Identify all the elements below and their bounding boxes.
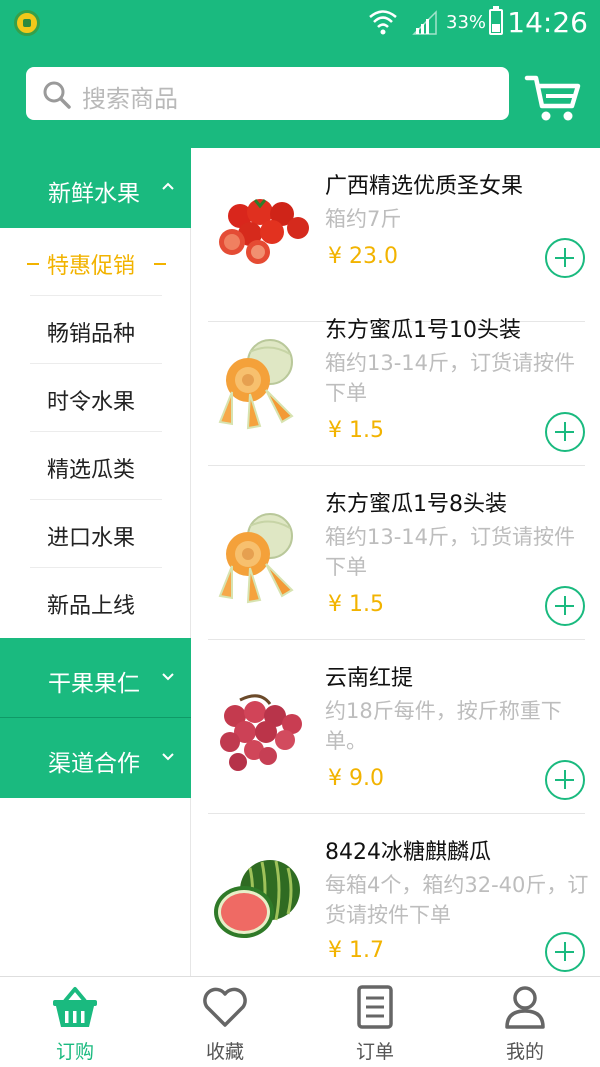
tab-label: 订单 <box>355 1041 394 1063</box>
product-item[interactable]: 东方蜜瓜1号8头装 箱约13-14斤，订货请按件下单 ¥ 1.5 <box>208 466 585 640</box>
subcategory-label: 进口水果 <box>47 526 136 551</box>
category-channel-partners[interactable]: 渠道合作 <box>0 718 191 798</box>
tab-favorites[interactable]: 收藏 <box>150 977 300 1067</box>
active-indicator <box>154 263 166 265</box>
product-name: 东方蜜瓜1号8头装 <box>325 492 507 517</box>
subcategory-label: 特惠促销 <box>47 254 136 279</box>
app-header: 搜索商品 <box>0 46 600 148</box>
document-icon <box>357 985 393 1029</box>
add-to-cart-button[interactable] <box>545 412 585 452</box>
subcategory-melons[interactable]: 精选瓜类 <box>30 432 162 500</box>
product-item[interactable]: 云南红提 约18斤每件，按斤称重下单。 ¥ 9.0 <box>208 640 585 814</box>
user-icon <box>505 986 545 1029</box>
category-dried-fruit[interactable]: 干果果仁 <box>0 638 191 718</box>
clock: 14:26 <box>507 6 588 39</box>
product-description: 约18斤每件，按斤称重下单。 <box>325 699 562 753</box>
product-price: ¥ 1.5 <box>328 418 384 443</box>
add-to-cart-button[interactable] <box>545 238 585 278</box>
product-item[interactable]: 8424冰糖麒麟瓜 每箱4个，箱约32-40斤，订货请按件下单 ¥ 1.7 <box>208 814 588 976</box>
cantaloupe-image <box>218 339 294 430</box>
product-list[interactable]: 广西精选优质圣女果 箱约7斤 ¥ 23.0 东方蜜瓜1号10头装 箱约13-14… <box>192 148 600 976</box>
product-description: 箱约7斤 <box>325 207 402 231</box>
category-fresh-fruit[interactable]: 新鲜水果 <box>0 148 191 228</box>
battery-percent: 33% <box>446 12 487 33</box>
cherry-tomato-image <box>219 199 309 264</box>
category-label: 渠道合作 <box>48 751 140 777</box>
product-name: 云南红提 <box>325 666 414 691</box>
subcategory-imported[interactable]: 进口水果 <box>30 500 162 568</box>
subcategory-label: 时令水果 <box>47 390 136 415</box>
chevron-down-icon <box>162 753 174 761</box>
product-price: ¥ 1.7 <box>328 938 384 963</box>
product-name: 广西精选优质圣女果 <box>325 174 524 199</box>
chevron-down-icon <box>162 673 174 681</box>
product-price: ¥ 23.0 <box>328 244 398 269</box>
add-to-cart-button[interactable] <box>545 760 585 800</box>
chevron-up-icon <box>162 182 174 190</box>
status-bar: 33% 14:26 <box>0 0 600 46</box>
red-grape-image <box>220 694 302 771</box>
product-name: 东方蜜瓜1号10头装 <box>325 318 521 343</box>
product-price: ¥ 9.0 <box>328 766 384 791</box>
category-label: 干果果仁 <box>48 671 140 697</box>
basket-icon <box>53 987 97 1027</box>
cantaloupe-image <box>218 513 294 604</box>
product-price: ¥ 1.5 <box>328 592 384 617</box>
subcategory-label: 精选瓜类 <box>47 458 136 483</box>
add-to-cart-button[interactable] <box>545 932 585 972</box>
wifi-icon <box>369 10 397 35</box>
product-description: 箱约13-14斤，订货请按件下单 <box>325 351 576 405</box>
product-name: 8424冰糖麒麟瓜 <box>325 840 491 865</box>
cart-icon[interactable] <box>524 70 582 126</box>
app-notification-icon <box>14 10 40 36</box>
category-sidebar: 新鲜水果 特惠促销 畅销品种 时令水果 精选瓜类 进口水果 新品上线 干果果仁 … <box>0 148 191 976</box>
watermelon-image <box>214 860 300 938</box>
tab-label: 订购 <box>55 1041 94 1063</box>
search-icon <box>43 81 71 109</box>
signal-icon <box>412 10 437 35</box>
battery-icon <box>489 6 503 35</box>
category-label: 新鲜水果 <box>48 181 140 207</box>
tab-label: 我的 <box>505 1041 544 1063</box>
search-input[interactable]: 搜索商品 <box>26 67 509 120</box>
product-item[interactable]: 东方蜜瓜1号10头装 箱约13-14斤，订货请按件下单 ¥ 1.5 <box>208 292 585 466</box>
product-description: 箱约13-14斤，订货请按件下单 <box>325 525 576 579</box>
product-description: 每箱4个，箱约32-40斤，订货请按件下单 <box>325 873 589 927</box>
tab-order[interactable]: 订购 <box>0 977 150 1067</box>
subcategory-new[interactable]: 新品上线 <box>30 568 162 636</box>
subcategory-label: 新品上线 <box>47 594 136 619</box>
subcategory-specials[interactable]: 特惠促销 <box>27 228 166 296</box>
tab-label: 收藏 <box>205 1041 244 1063</box>
subcategory-bestsellers[interactable]: 畅销品种 <box>30 296 162 364</box>
add-to-cart-button[interactable] <box>545 586 585 626</box>
subcategory-seasonal[interactable]: 时令水果 <box>30 364 162 432</box>
search-placeholder: 搜索商品 <box>82 85 178 113</box>
bottom-tab-bar: 订购 收藏 订单 我的 <box>0 976 600 1067</box>
tab-orders[interactable]: 订单 <box>300 977 450 1067</box>
tab-profile[interactable]: 我的 <box>450 977 600 1067</box>
subcategory-label: 畅销品种 <box>47 322 136 347</box>
heart-icon <box>203 987 247 1027</box>
active-indicator <box>27 263 39 265</box>
